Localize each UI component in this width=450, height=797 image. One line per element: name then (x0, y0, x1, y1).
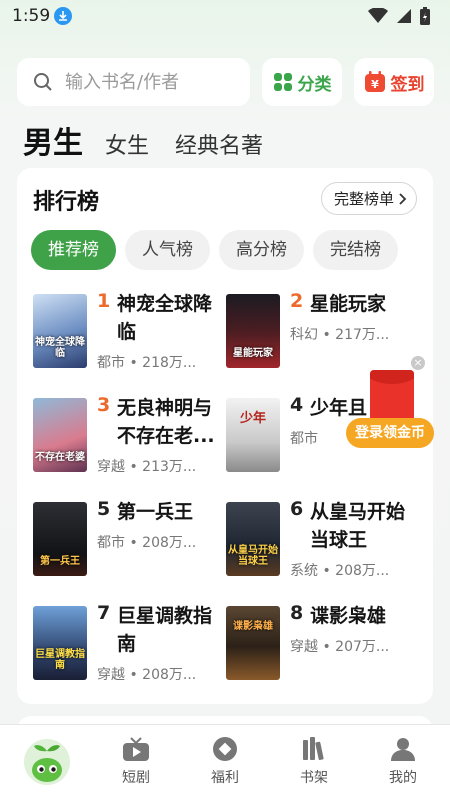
book-title: 第一兵王 (117, 501, 194, 523)
nav-label: 短剧 (122, 770, 150, 786)
search-icon (34, 73, 52, 91)
calendar-icon: ¥ (364, 71, 385, 92)
download-icon (54, 7, 72, 25)
close-icon[interactable]: × (411, 356, 425, 370)
book-rank: 3 (97, 394, 111, 416)
cover-text: 少年 (239, 411, 266, 426)
chevron-right-icon (399, 193, 407, 205)
chip-high-score[interactable]: 高分榜 (219, 230, 304, 270)
gift-coin-icon (213, 737, 237, 761)
nav-label: 我的 (389, 770, 417, 786)
promo-label: 登录领金币 (346, 418, 434, 448)
nav-welfare[interactable]: 福利 (195, 735, 255, 787)
book-cover[interactable]: 星能玩家 (226, 294, 280, 368)
book-cover[interactable]: 巨星调教指南 (33, 606, 87, 680)
search-input[interactable] (65, 68, 240, 96)
book-rank: 8 (290, 602, 304, 624)
cover-text: 不存在老婆 (35, 452, 85, 463)
book-cover[interactable]: 从皇马开始当球王 (226, 502, 280, 576)
book-rank: 7 (97, 602, 111, 624)
status-bar: 1:59 (0, 0, 450, 34)
cover-text: 从皇马开始当球王 (228, 545, 278, 567)
battery-icon (420, 7, 430, 25)
cover-text: 谍影枭雄 (233, 621, 273, 632)
ranking-chips: 推荐榜 人气榜 高分榜 完结榜 (31, 230, 433, 270)
book-rank: 5 (97, 498, 111, 520)
book-rank: 6 (290, 498, 304, 520)
book-meta: 都市 • 218万... (97, 355, 197, 371)
chip-popular[interactable]: 人气榜 (125, 230, 210, 270)
book-meta: 系统 • 208万... (290, 563, 390, 579)
book-title: 从皇马开始当球王 (310, 501, 406, 551)
cover-text: 神宠全球降临 (35, 337, 85, 359)
ranking-title: 排行榜 (33, 190, 100, 215)
sign-in-label: 签到 (390, 74, 425, 95)
bookshelf-icon (303, 737, 324, 761)
chip-completed[interactable]: 完结榜 (313, 230, 398, 270)
cover-text: 第一兵王 (40, 556, 80, 567)
book-cover[interactable]: 少年 (226, 398, 280, 472)
gender-tabs: 男生 女生 经典名著 (23, 118, 289, 162)
nav-bookshelf[interactable]: 书架 (284, 735, 344, 787)
book-title: 神宠全球降临 (117, 293, 213, 343)
book-meta: 都市 • 208万... (97, 535, 197, 551)
login-coin-promo[interactable]: × 登录领金币 (346, 356, 438, 456)
grid-icon (273, 73, 292, 91)
book-rank: 4 (290, 394, 304, 416)
book-title: 巨星调教指南 (117, 605, 213, 655)
cover-text: 巨星调教指南 (35, 649, 85, 671)
book-rank: 1 (97, 290, 111, 312)
svg-text:¥: ¥ (371, 78, 379, 91)
nav-label: 书架 (300, 770, 328, 786)
person-icon (391, 738, 415, 761)
category-button[interactable]: 分类 (262, 58, 342, 106)
chip-recommend[interactable]: 推荐榜 (31, 230, 116, 270)
book-meta: 穿越 • 213万... (97, 459, 197, 475)
sign-in-button[interactable]: ¥ 签到 (354, 58, 434, 106)
status-time: 1:59 (12, 6, 51, 26)
full-list-button[interactable]: 完整榜单 (320, 182, 417, 215)
book-title: 星能玩家 (310, 293, 387, 315)
book-item[interactable]: 神宠全球降临 1 神宠全球降临 都市 • 218万... (33, 290, 233, 384)
wifi-icon (368, 8, 388, 23)
category-label: 分类 (297, 74, 332, 95)
system-icons (368, 7, 430, 25)
full-list-label: 完整榜单 (333, 190, 394, 208)
book-item[interactable]: 巨星调教指南 7 巨星调教指南 穿越 • 208万... (33, 602, 233, 696)
tab-classics[interactable]: 经典名著 (175, 128, 263, 160)
nav-mine[interactable]: 我的 (373, 735, 433, 787)
tv-icon (123, 737, 149, 761)
tab-male[interactable]: 男生 (23, 118, 83, 162)
nav-label: 福利 (211, 770, 239, 786)
book-item[interactable]: 从皇马开始当球王 6 从皇马开始当球王 系统 • 208万... (226, 498, 426, 592)
home-mascot-icon[interactable] (24, 739, 70, 785)
search-box[interactable] (17, 58, 250, 106)
book-cover[interactable]: 神宠全球降临 (33, 294, 87, 368)
book-cover[interactable]: 谍影枭雄 (226, 606, 280, 680)
cover-text: 星能玩家 (233, 348, 273, 359)
book-meta: 穿越 • 208万... (97, 667, 197, 683)
tab-female[interactable]: 女生 (105, 128, 149, 160)
book-meta: 穿越 • 207万... (290, 639, 390, 655)
book-item[interactable]: 不存在老婆 3 无良神明与不存在老... 穿越 • 213万... (33, 394, 233, 488)
book-cover[interactable]: 第一兵王 (33, 502, 87, 576)
nav-short-drama[interactable]: 短剧 (106, 735, 166, 787)
book-item[interactable]: 第一兵王 5 第一兵王 都市 • 208万... (33, 498, 233, 592)
book-cover[interactable]: 不存在老婆 (33, 398, 87, 472)
book-meta: 科幻 • 217万... (290, 327, 390, 343)
signal-icon (397, 9, 411, 23)
book-title: 无良神明与不存在老... (117, 397, 215, 447)
book-item[interactable]: 谍影枭雄 8 谍影枭雄 穿越 • 207万... (226, 602, 426, 696)
book-rank: 2 (290, 290, 304, 312)
bottom-nav: 短剧 福利 书架 我的 (0, 724, 450, 797)
book-title: 谍影枭雄 (310, 605, 387, 627)
